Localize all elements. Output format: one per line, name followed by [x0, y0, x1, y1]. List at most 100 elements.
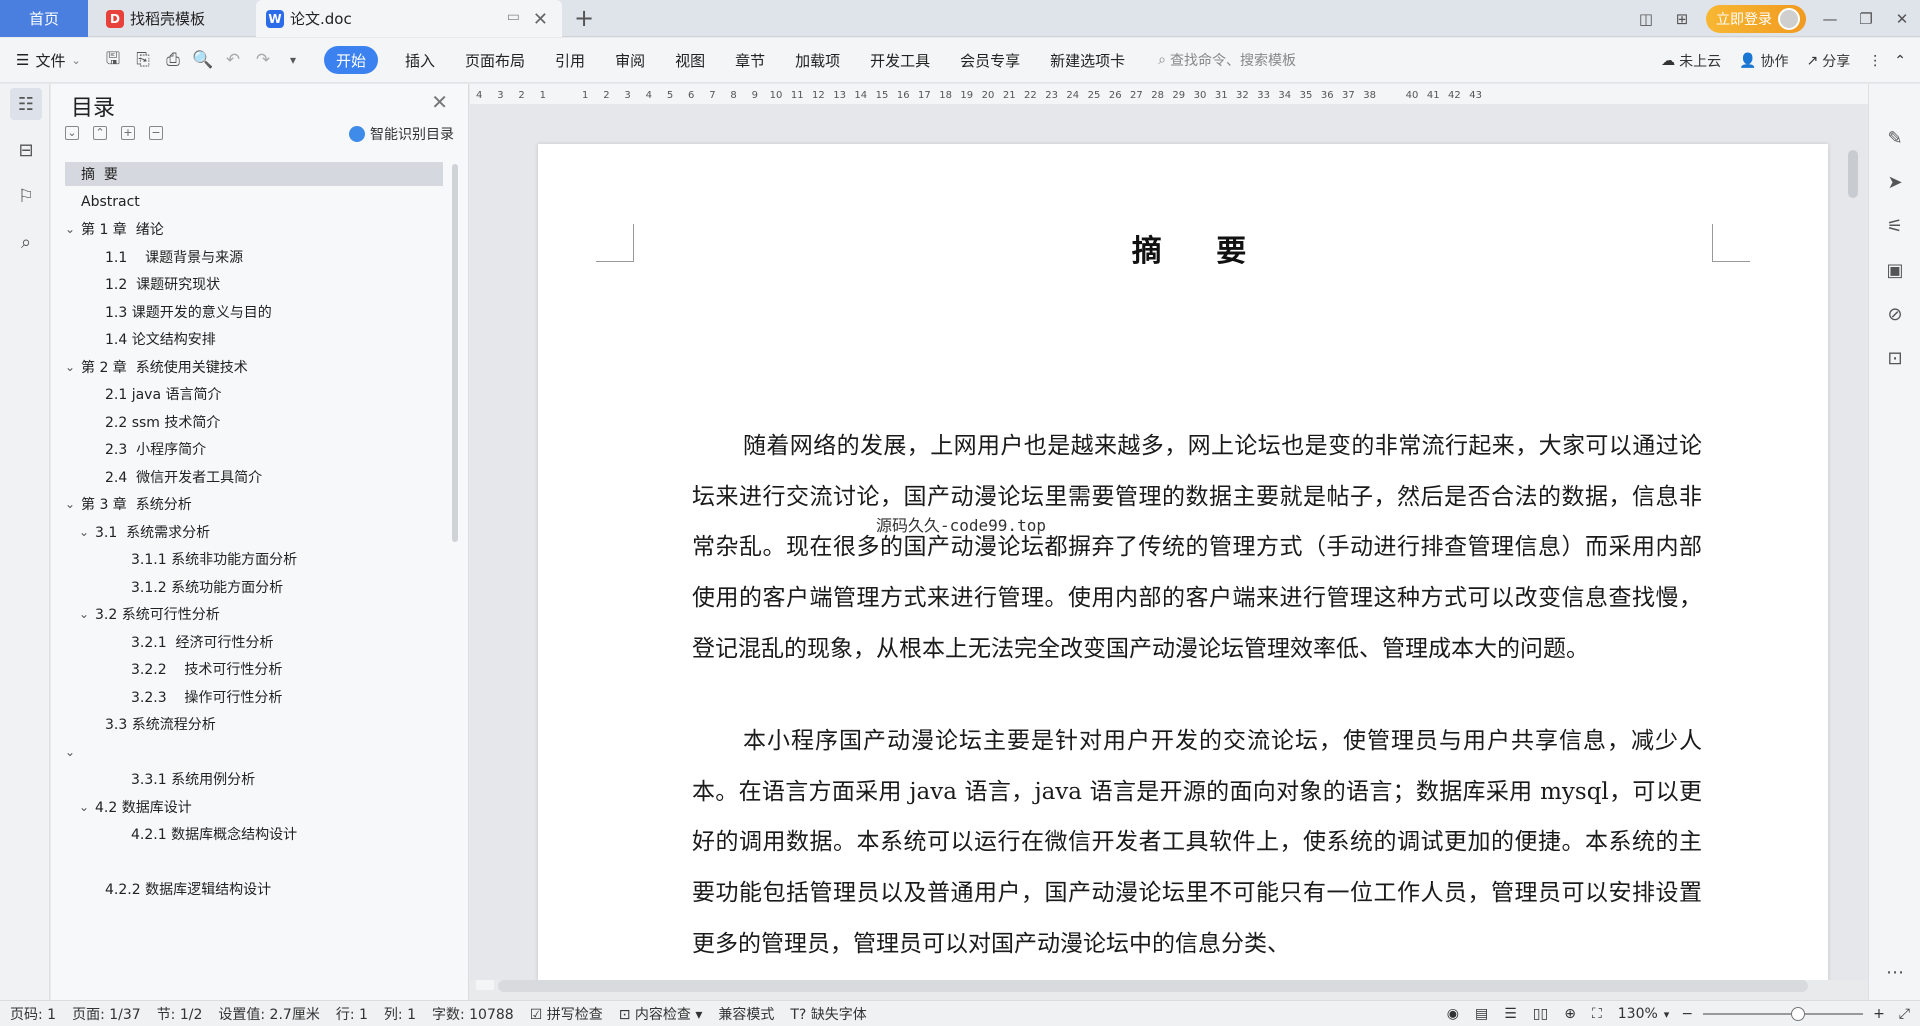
toc-item[interactable]: [65, 850, 443, 874]
zoom-level[interactable]: 130%: [1618, 1006, 1658, 1022]
toc-item[interactable]: ⌄ 3.2 系统可行性分析: [65, 602, 443, 626]
collapse-all-icon[interactable]: ⌄: [65, 126, 79, 140]
toc-item[interactable]: ⌄ 第 2 章 系统使用关键技术: [65, 355, 443, 379]
toc-item[interactable]: 2.4 微信开发者工具简介: [65, 465, 443, 489]
toc-item[interactable]: ⌄ 4.2 数据库设计: [65, 795, 443, 819]
toc-item[interactable]: 2.3 小程序简介: [65, 437, 443, 461]
more-options-icon[interactable]: ⋯: [1883, 960, 1907, 984]
horizontal-ruler[interactable]: 5432112345678910111213141516171819202122…: [455, 84, 1868, 104]
chevron-down-icon[interactable]: ⌄: [79, 525, 89, 539]
status-page[interactable]: 页面: 1/37: [72, 1004, 141, 1024]
tab-page-layout[interactable]: 页面布局: [450, 38, 540, 83]
collapse-ribbon-icon[interactable]: ⌃: [1894, 53, 1906, 69]
find-icon[interactable]: ⌕: [10, 226, 42, 258]
add-heading-icon[interactable]: +: [121, 126, 135, 140]
adjust-icon[interactable]: ⚟: [1883, 214, 1907, 238]
compat-mode[interactable]: 兼容模式: [718, 1004, 774, 1024]
eye-protect-icon[interactable]: ◉: [1447, 1006, 1459, 1022]
toc-item[interactable]: ⌄ 3.1 系统需求分析: [65, 520, 443, 544]
read-view-icon[interactable]: ▯▯: [1533, 1006, 1548, 1022]
toc-item[interactable]: ⌄: [65, 740, 443, 764]
export-pdf-icon[interactable]: ⎘: [128, 45, 158, 75]
tab-start[interactable]: 开始: [324, 46, 379, 74]
close-tab-icon[interactable]: ✕: [533, 9, 548, 30]
fullscreen-icon[interactable]: ⤢: [1899, 1006, 1910, 1022]
chevron-down-icon[interactable]: ⌄: [79, 607, 89, 621]
tab-review[interactable]: 审阅: [600, 38, 660, 83]
grid-apps-icon[interactable]: ⊞: [1664, 0, 1700, 37]
close-icon[interactable]: ✕: [431, 90, 448, 114]
tab-chapter[interactable]: 章节: [720, 38, 780, 83]
tab-insert[interactable]: 插入: [390, 38, 450, 83]
smart-toc-button[interactable]: 智能识别目录: [349, 124, 454, 144]
zoom-out-icon[interactable]: −: [1681, 1006, 1693, 1022]
content-check-button[interactable]: ⊡ 内容检查 ▾: [619, 1004, 703, 1024]
toc-item[interactable]: 3.2.2 技术可行性分析: [65, 657, 443, 681]
toc-panel-icon[interactable]: ☷: [10, 88, 42, 120]
spellcheck-button[interactable]: ☑ 拼写检查: [530, 1004, 603, 1024]
file-menu[interactable]: ☰ 文件 ⌄: [16, 38, 98, 83]
compass-icon[interactable]: ⊘: [1883, 302, 1907, 326]
toc-item[interactable]: Abstract: [65, 190, 443, 214]
toc-item[interactable]: 3.3.1 系统用例分析: [65, 767, 443, 791]
new-tab-button[interactable]: +: [574, 4, 594, 32]
bookmark-icon[interactable]: ⚐: [10, 180, 42, 212]
toc-item[interactable]: 4.2.1 数据库概念结构设计: [65, 822, 443, 846]
print-preview-icon[interactable]: 🔍: [188, 45, 218, 75]
horizontal-scrollbar[interactable]: [498, 980, 1808, 992]
toc-item[interactable]: 1.2 课题研究现状: [65, 272, 443, 296]
toc-item[interactable]: 1.3 课题开发的意义与目的: [65, 300, 443, 324]
tab-references[interactable]: 引用: [540, 38, 600, 83]
toc-scrollbar[interactable]: [452, 164, 458, 542]
status-page-code[interactable]: 页码: 1: [10, 1004, 56, 1024]
missing-font-button[interactable]: T? 缺失字体: [790, 1004, 866, 1024]
chevron-down-icon[interactable]: ⌄: [65, 745, 75, 759]
status-row[interactable]: 行: 1: [336, 1004, 368, 1024]
minimize-icon[interactable]: —: [1812, 0, 1848, 37]
toc-item[interactable]: 3.1.1 系统非功能方面分析: [65, 547, 443, 571]
toc-item[interactable]: 3.3 系统流程分析: [65, 712, 443, 736]
remove-heading-icon[interactable]: −: [149, 126, 163, 140]
page-view-icon[interactable]: ▤: [1475, 1006, 1488, 1022]
close-window-icon[interactable]: ✕: [1884, 0, 1920, 37]
zoom-dropdown-icon[interactable]: ▾: [1664, 1008, 1670, 1021]
command-search[interactable]: ⌕ 查找命令、搜索模板: [1158, 38, 1296, 83]
toc-item[interactable]: 1.4 论文结构安排: [65, 327, 443, 351]
undo-icon[interactable]: ↶: [218, 45, 248, 75]
toc-item[interactable]: 3.1.2 系统功能方面分析: [65, 575, 443, 599]
layout-icon[interactable]: ◫: [1628, 0, 1664, 37]
status-setting[interactable]: 设置值: 2.7厘米: [218, 1004, 319, 1024]
save-icon[interactable]: 🖫: [98, 45, 128, 75]
web-view-icon[interactable]: ⊕: [1564, 1006, 1576, 1022]
print-icon[interactable]: ⎙: [158, 45, 188, 75]
pen-icon[interactable]: ✎: [1883, 126, 1907, 150]
image-tool-icon[interactable]: ▣: [1883, 258, 1907, 282]
vertical-scrollbar[interactable]: [1848, 150, 1858, 198]
chevron-down-icon[interactable]: ⌄: [79, 800, 89, 814]
select-cursor-icon[interactable]: ➤: [1883, 170, 1907, 194]
cloud-status-button[interactable]: ☁ 未上云: [1661, 51, 1721, 71]
tab-template[interactable]: D 找稻壳模板: [92, 0, 252, 37]
redo-icon[interactable]: ↷: [248, 45, 278, 75]
toc-item[interactable]: 1.1 课题背景与来源: [65, 245, 443, 269]
toc-item[interactable]: 2.1 java 语言简介: [65, 382, 443, 406]
tab-developer[interactable]: 开发工具: [855, 38, 945, 83]
chevron-down-icon[interactable]: ⌄: [65, 497, 75, 511]
reading-icon[interactable]: ⊡: [1883, 346, 1907, 370]
collab-button[interactable]: 👤 协作: [1739, 51, 1788, 71]
more-icon[interactable]: ⋮: [1868, 53, 1882, 69]
quick-access-dropdown-icon[interactable]: ▾: [278, 45, 308, 75]
chevron-down-icon[interactable]: ⌄: [65, 222, 75, 236]
outline-view-icon[interactable]: ☰: [1504, 1006, 1517, 1022]
tab-document[interactable]: W 论文.doc ▭ ✕: [256, 0, 562, 37]
share-button[interactable]: ↗ 分享: [1807, 51, 1851, 71]
restore-icon[interactable]: ❐: [1848, 0, 1884, 37]
toc-item[interactable]: 3.2.3 操作可行性分析: [65, 685, 443, 709]
fit-page-icon[interactable]: ⛶: [1592, 1006, 1602, 1022]
status-wordcount[interactable]: 字数: 10788: [432, 1004, 514, 1024]
toc-item[interactable]: 2.2 ssm 技术简介: [65, 410, 443, 434]
zoom-slider[interactable]: [1703, 1007, 1864, 1021]
zoom-slider-knob[interactable]: [1791, 1007, 1806, 1021]
tab-view[interactable]: 视图: [660, 38, 720, 83]
navigation-icon[interactable]: ⊟: [10, 134, 42, 166]
